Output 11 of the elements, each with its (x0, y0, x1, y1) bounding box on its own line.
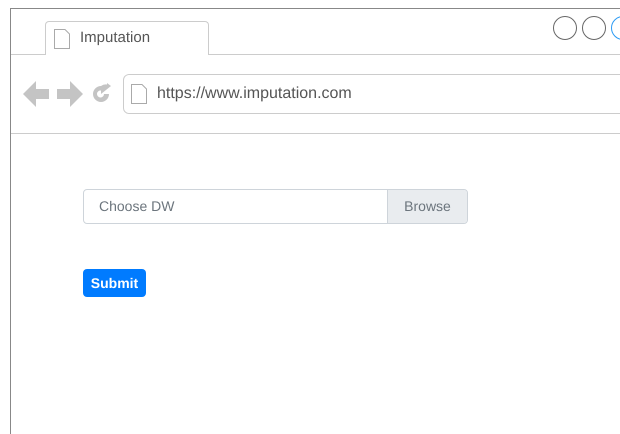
back-arrow-icon[interactable] (23, 81, 50, 107)
window-control-icon[interactable] (553, 16, 577, 40)
submit-button[interactable]: Submit (83, 269, 146, 297)
file-input[interactable]: Choose DW Browse (83, 189, 468, 224)
page-icon (131, 84, 147, 104)
page-icon (54, 28, 70, 48)
forward-arrow-icon[interactable] (56, 81, 83, 107)
browser-tab[interactable]: Imputation (45, 21, 209, 55)
address-bar[interactable]: https://www.imputation.com (123, 74, 620, 114)
browse-button[interactable]: Browse (387, 190, 467, 223)
window-control-icon[interactable] (582, 16, 606, 40)
